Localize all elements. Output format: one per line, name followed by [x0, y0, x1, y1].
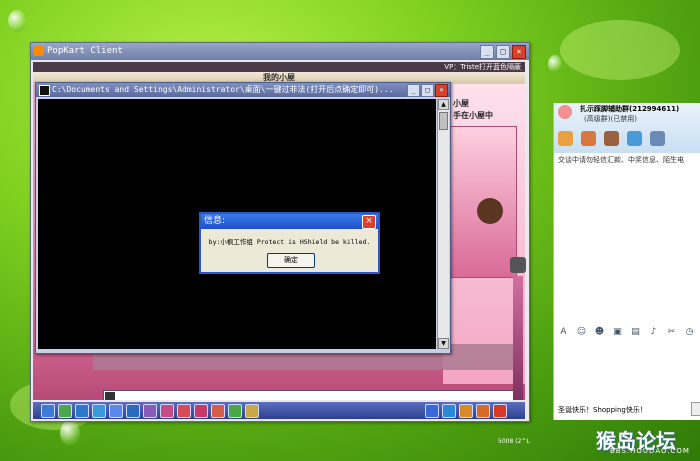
- maximize-button[interactable]: □: [421, 84, 434, 97]
- water-droplet: [60, 420, 80, 446]
- minimize-button[interactable]: _: [407, 84, 420, 97]
- chat-menu-icon[interactable]: [105, 392, 115, 400]
- font-icon[interactable]: A: [558, 327, 569, 337]
- input-text[interactable]: 圣诞快乐！Shopping快乐！: [558, 405, 647, 415]
- scroll-up-icon[interactable]: ▲: [438, 99, 449, 110]
- send-button[interactable]: [691, 402, 700, 416]
- room-side-label: 小屋: [453, 99, 469, 108]
- watermark-url: BBS.HOUDAO.COM: [610, 447, 690, 455]
- ok-button[interactable]: 确定: [267, 253, 315, 268]
- group-subtitle: (高级群)(已禁用): [584, 115, 637, 123]
- cmd-title: C:\Documents and Settings\Administrator\…: [52, 85, 394, 94]
- scroll-thumb[interactable]: [439, 112, 448, 130]
- corner-stamp: 5008 (2^L: [498, 438, 530, 445]
- gift-icon[interactable]: [160, 403, 174, 418]
- cmd-icon: [39, 85, 50, 96]
- home-icon[interactable]: [558, 131, 573, 146]
- water-droplet: [8, 10, 26, 32]
- back-icon[interactable]: [58, 403, 72, 418]
- group-name: 扎示踩脚辅助群(212994611): [580, 105, 680, 113]
- leaf-highlight: [560, 20, 680, 80]
- mail-icon[interactable]: [177, 403, 191, 418]
- popkart-app-icon: [34, 46, 44, 56]
- shop-icon[interactable]: [143, 403, 157, 418]
- wink-icon[interactable]: ☻: [594, 327, 605, 337]
- minimize-button[interactable]: _: [480, 45, 494, 59]
- voice-icon[interactable]: [627, 131, 642, 146]
- side-toggle-icon[interactable]: [510, 257, 526, 273]
- close-button[interactable]: ×: [512, 45, 526, 59]
- trophy-icon[interactable]: [245, 403, 259, 418]
- chat-input[interactable]: [103, 390, 515, 400]
- game-toolbar: [33, 402, 525, 419]
- dialog-titlebar[interactable]: 信息: ×: [201, 214, 378, 229]
- side-bar: [513, 276, 523, 400]
- wrench-icon[interactable]: [126, 403, 140, 418]
- chat-icon[interactable]: [442, 403, 456, 418]
- game-top-strip: VP：Triste打开蓝色隔蔽: [33, 62, 525, 72]
- more-icon[interactable]: [650, 131, 665, 146]
- emoji-icon[interactable]: ☺: [576, 327, 587, 337]
- water-droplet: [548, 55, 562, 73]
- power-icon[interactable]: [493, 403, 507, 418]
- picture-icon[interactable]: ▤: [630, 327, 641, 337]
- cmd-titlebar[interactable]: C:\Documents and Settings\Administrator\…: [36, 83, 450, 97]
- music-icon[interactable]: ♪: [648, 327, 659, 337]
- message-dialog[interactable]: 信息: × by:小枫工作组 Protect is HShield be kil…: [199, 212, 380, 274]
- input-toolbar: A ☺ ☻ ▣ ▤ ♪ ✂ ◷: [558, 327, 695, 337]
- vertical-scrollbar[interactable]: ▲ ▼: [437, 99, 449, 349]
- settings-icon[interactable]: [459, 403, 473, 418]
- close-icon[interactable]: ×: [362, 215, 376, 229]
- teddy-bear[interactable]: [477, 198, 503, 224]
- image-icon[interactable]: ▣: [612, 327, 623, 337]
- qq-header: 扎示踩脚辅助群(212994611) (高级群)(已禁用): [554, 103, 700, 153]
- dialog-message: by:小枫工作组 Protect is HShield be killed.: [208, 238, 371, 246]
- scroll-down-icon[interactable]: ▼: [438, 338, 449, 349]
- qq-chat-panel[interactable]: 扎示踩脚辅助群(212994611) (高级群)(已禁用) 交谈中请勿轻信汇款、…: [553, 103, 700, 420]
- popkart-title: PopKart Client: [47, 46, 123, 56]
- close-button[interactable]: ×: [435, 84, 448, 97]
- grid-icon[interactable]: [75, 403, 89, 418]
- room-side-label: 手在小屋中: [453, 111, 493, 120]
- start-icon[interactable]: [41, 403, 55, 418]
- scissors-icon[interactable]: ✂: [666, 327, 677, 337]
- photo-icon[interactable]: [194, 403, 208, 418]
- album-icon[interactable]: [604, 131, 619, 146]
- help-icon[interactable]: [476, 403, 490, 418]
- folder-icon[interactable]: [581, 131, 596, 146]
- popkart-titlebar[interactable]: PopKart Client _ □ ×: [31, 43, 529, 60]
- flag-icon[interactable]: [228, 403, 242, 418]
- dialog-title: 信息:: [204, 216, 226, 226]
- security-notice: 交谈中请勿轻信汇款、中奖信息、陌生电: [558, 156, 684, 164]
- history-icon[interactable]: ◷: [684, 327, 695, 337]
- monitor-icon[interactable]: [425, 403, 439, 418]
- tool-icon[interactable]: [109, 403, 123, 418]
- home-icon[interactable]: [92, 403, 106, 418]
- camera-icon[interactable]: [211, 403, 225, 418]
- maximize-button[interactable]: □: [496, 45, 510, 59]
- group-avatar[interactable]: [558, 105, 572, 119]
